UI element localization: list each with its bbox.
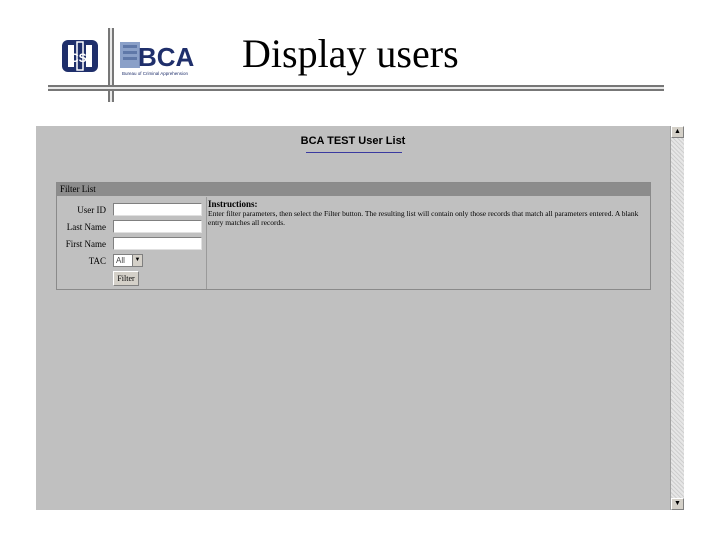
slide-title: Display users <box>242 31 459 76</box>
bca-logo: BCA Bureau of Criminal Apprehension <box>120 36 198 78</box>
tac-label: TAC <box>88 256 106 266</box>
instructions-panel: Instructions: Enter filter parameters, t… <box>208 197 650 289</box>
first-name-input[interactable] <box>113 237 202 250</box>
vertical-scrollbar[interactable]: ▲ ▼ <box>670 126 684 510</box>
last-name-row: Last Name <box>57 220 207 234</box>
horizontal-divider <box>48 85 664 91</box>
heading-underline <box>306 152 402 153</box>
filter-panel: Filter List User ID Last Name First Name… <box>56 182 651 290</box>
instructions-title: Instructions: <box>208 199 258 209</box>
browser-window: BCA TEST User List Filter List User ID L… <box>36 126 684 510</box>
tac-row: TAC All ▼ <box>57 254 207 268</box>
tac-select[interactable]: All ▼ <box>113 254 143 267</box>
page-content: BCA TEST User List Filter List User ID L… <box>36 126 670 510</box>
svg-text:CSI: CSI <box>70 51 90 65</box>
scroll-down-icon[interactable]: ▼ <box>671 498 684 510</box>
page-heading: BCA TEST User List <box>300 135 406 147</box>
filter-button[interactable]: Filter <box>113 271 139 286</box>
svg-text:Bureau of Criminal Apprehensio: Bureau of Criminal Apprehension <box>122 71 189 76</box>
last-name-label: Last Name <box>66 222 106 232</box>
user-id-label: User ID <box>77 205 106 215</box>
filter-button-row: Filter <box>57 271 207 287</box>
filter-panel-header: Filter List <box>57 183 650 196</box>
svg-text:BCA: BCA <box>138 42 195 72</box>
filter-fields: User ID Last Name First Name TAC All ▼ F… <box>57 197 207 289</box>
first-name-label: First Name <box>65 239 106 249</box>
first-name-row: First Name <box>57 237 207 251</box>
instructions-text: Enter filter parameters, then select the… <box>208 209 639 227</box>
tac-selected-value: All <box>116 256 125 265</box>
last-name-input[interactable] <box>113 220 202 233</box>
user-id-input[interactable] <box>113 203 202 216</box>
csi-logo: CSI <box>60 36 100 76</box>
chevron-down-icon[interactable]: ▼ <box>132 255 142 266</box>
user-id-row: User ID <box>57 203 207 217</box>
scroll-up-icon[interactable]: ▲ <box>671 126 684 138</box>
